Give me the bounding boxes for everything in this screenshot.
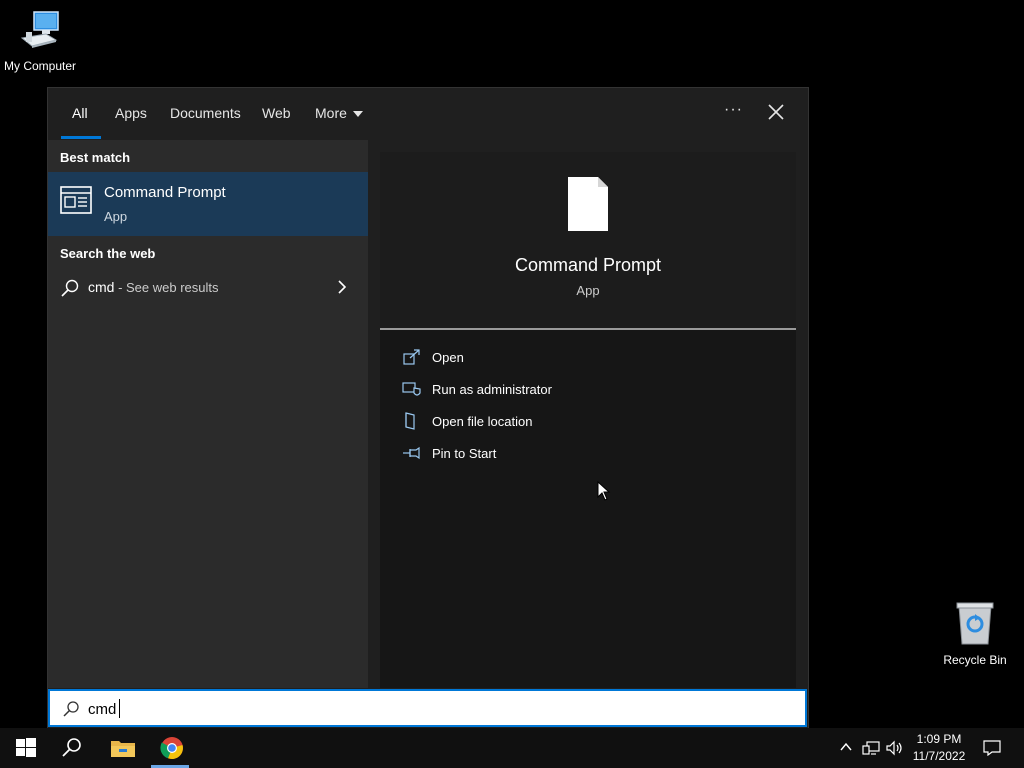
folder-icon [111, 741, 135, 757]
tab-web[interactable]: Web [262, 105, 291, 121]
computer-icon [20, 11, 59, 48]
document-icon [568, 177, 608, 231]
search-icon [62, 738, 81, 757]
action-run-as-admin-label: Run as administrator [432, 382, 552, 397]
pin-icon [403, 446, 420, 460]
close-icon[interactable] [766, 102, 786, 122]
start-button[interactable] [0, 728, 48, 768]
shield-icon [402, 382, 421, 396]
more-options-button[interactable]: ··· [724, 101, 743, 119]
chevron-right-icon [338, 280, 347, 294]
action-pin-to-start-label: Pin to Start [432, 446, 497, 461]
open-icon [403, 349, 420, 365]
taskbar-search-button[interactable] [48, 728, 96, 768]
tab-more-label: More [315, 105, 347, 121]
tab-apps[interactable]: Apps [115, 105, 147, 121]
action-open-file-location[interactable]: Open file location [400, 410, 780, 434]
web-search-result[interactable]: cmd - See web results [48, 272, 368, 304]
tab-all[interactable]: All [72, 105, 88, 121]
taskbar-clock-date[interactable]: 11/7/2022 [904, 749, 974, 763]
best-match-title: Command Prompt [104, 184, 226, 201]
tab-more[interactable]: More [315, 105, 363, 121]
search-tabs-bar: All Apps Documents Web More ··· [48, 88, 808, 140]
search-icon [61, 279, 79, 297]
search-box[interactable] [48, 689, 807, 727]
search-input[interactable] [88, 697, 788, 721]
web-result-text: cmd - See web results [88, 279, 219, 295]
best-match-result[interactable]: Command Prompt App [48, 172, 368, 236]
recycle-bin-label: Recycle Bin [943, 653, 1007, 667]
recycle-bin-icon [956, 602, 994, 645]
chevron-down-icon [352, 111, 363, 118]
preview-title: Command Prompt [514, 255, 662, 275]
search-panel: All Apps Documents Web More ··· Best mat… [47, 87, 809, 729]
preview-subtitle: App [576, 283, 600, 298]
text-caret [119, 699, 120, 718]
search-icon [63, 701, 79, 717]
action-open-label: Open [432, 350, 464, 365]
command-prompt-icon [60, 186, 92, 214]
action-run-as-admin[interactable]: Run as administrator [400, 378, 780, 402]
desktop-icon-recycle-bin[interactable]: Recycle Bin [935, 600, 1015, 667]
preview-header: Command Prompt App [380, 152, 796, 328]
network-icon[interactable] [862, 740, 880, 756]
action-open-file-location-label: Open file location [432, 414, 533, 429]
action-pin-to-start[interactable]: Pin to Start [400, 442, 780, 466]
notifications-icon[interactable] [983, 740, 1001, 756]
search-web-heading: Search the web [60, 246, 156, 261]
desktop-icon-my-computer[interactable]: My Computer [0, 8, 80, 73]
tab-documents[interactable]: Documents [170, 105, 241, 121]
results-list: Best match Command Prompt App Search the… [48, 140, 368, 688]
action-open[interactable]: Open [400, 346, 780, 370]
taskbar-clock-time[interactable]: 1:09 PM [904, 732, 974, 746]
web-query: cmd [88, 279, 115, 295]
chevron-up-icon[interactable] [839, 740, 853, 754]
best-match-heading: Best match [60, 150, 131, 165]
chrome-taskbar-button[interactable] [148, 728, 196, 768]
volume-icon[interactable] [886, 740, 904, 756]
mouse-pointer-icon [597, 481, 611, 501]
taskbar: 1:09 PM 11/7/2022 [0, 728, 1024, 768]
best-match-subtitle: App [104, 209, 128, 224]
windows-logo-icon [16, 738, 36, 757]
divider [380, 328, 796, 330]
preview-pane: Command Prompt App Open Run as administr… [380, 152, 796, 688]
my-computer-label: My Computer [3, 59, 77, 73]
web-query-suffix: - See web results [114, 280, 219, 295]
file-explorer-button[interactable] [98, 728, 146, 768]
active-tab-indicator [61, 136, 101, 139]
folder-location-icon [405, 412, 415, 430]
chrome-icon [160, 737, 183, 760]
